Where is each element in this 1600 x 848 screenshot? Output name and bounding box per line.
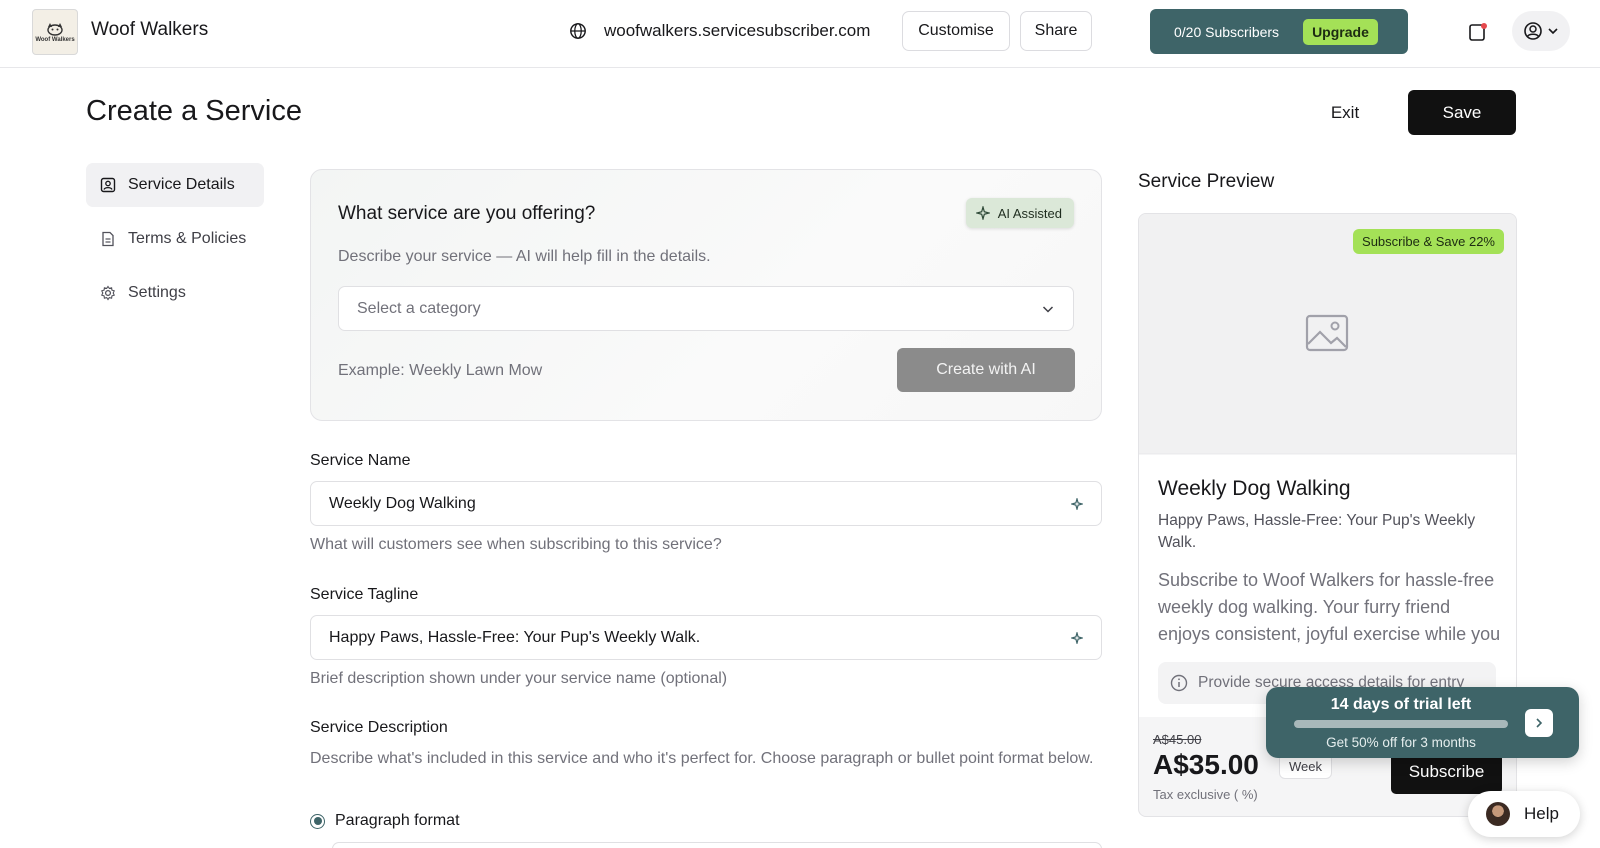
service-name-hint: What will customers see when subscribing… [310, 536, 722, 553]
ai-assist-card: What service are you offering? AI Assist… [310, 169, 1102, 421]
image-icon [1305, 314, 1349, 352]
dog-logo-icon [47, 23, 63, 36]
info-icon [1170, 674, 1188, 692]
paragraph-format-radio[interactable] [310, 813, 325, 829]
trial-open-button[interactable] [1525, 709, 1553, 737]
upgrade-button[interactable]: Upgrade [1303, 18, 1378, 45]
chevron-down-icon [1042, 305, 1054, 313]
save-button[interactable]: Save [1408, 90, 1516, 135]
sidebar-item-service-details[interactable]: Service Details [86, 163, 264, 207]
create-with-ai-button[interactable]: Create with AI [897, 348, 1075, 392]
gear-icon [101, 285, 115, 301]
subscribe-save-badge: Subscribe & Save 22% [1353, 229, 1504, 254]
service-name-value: Weekly Dog Walking [329, 494, 476, 512]
ai-card-description: Describe your service — AI will help fil… [338, 248, 711, 265]
globe-icon [570, 23, 586, 39]
sidebar-item-label: Settings [128, 284, 186, 301]
preview-tagline: Happy Paws, Hassle-Free: Your Pup's Week… [1158, 512, 1476, 551]
ai-badge-label: AI Assisted [997, 205, 1062, 221]
subscriber-count: 0/20 Subscribers [1174, 23, 1280, 40]
sparkle-icon[interactable] [1071, 631, 1083, 644]
description-textarea[interactable] [332, 842, 1102, 848]
help-label: Help [1524, 804, 1559, 823]
customise-button[interactable]: Customise [902, 11, 1010, 51]
service-description-hint: Describe what's included in this service… [310, 750, 1094, 767]
sidebar-item-settings[interactable]: Settings [86, 271, 264, 315]
category-select[interactable]: Select a category [338, 286, 1074, 331]
notification-icon[interactable] [1468, 22, 1488, 42]
support-avatar [1486, 802, 1510, 826]
brand-name: Woof Walkers [91, 19, 209, 40]
top-bar: Woof Walkers Woof Walkers woofwalkers.se… [0, 0, 1600, 68]
site-domain-link[interactable]: woofwalkers.servicesubscriber.com [604, 21, 870, 41]
preview-body: Weekly Dog Walking Happy Paws, Hassle-Fr… [1139, 455, 1516, 717]
exit-button[interactable]: Exit [1310, 91, 1380, 135]
sidebar-item-terms-policies[interactable]: Terms & Policies [86, 217, 264, 261]
ai-card-title: What service are you offering? [338, 203, 596, 224]
category-select-placeholder: Select a category [357, 299, 481, 317]
preview-description: Subscribe to Woof Walkers for hassle-fre… [1158, 570, 1501, 644]
brand-logo[interactable]: Woof Walkers [32, 9, 78, 55]
service-tagline-value: Happy Paws, Hassle-Free: Your Pup's Week… [329, 628, 701, 646]
chevron-down-icon [1548, 28, 1558, 35]
service-tagline-input[interactable]: Happy Paws, Hassle-Free: Your Pup's Week… [310, 615, 1102, 660]
account-menu[interactable] [1512, 11, 1570, 51]
share-button[interactable]: Share [1020, 11, 1092, 51]
preview-original-price: A$45.00 [1153, 732, 1202, 747]
document-icon [102, 231, 114, 247]
help-button[interactable]: Help [1468, 791, 1580, 837]
preview-tax-note: Tax exclusive ( %) [1153, 787, 1258, 802]
user-icon [1524, 22, 1542, 40]
page-title: Create a Service [86, 95, 302, 127]
logo-text: Woof Walkers [35, 37, 75, 43]
contact-card-icon [100, 177, 116, 193]
subscriber-plan-panel: 0/20 Subscribers Upgrade [1150, 9, 1408, 54]
trial-offer-text: Get 50% off for 3 months [1326, 735, 1476, 750]
preview-image-placeholder: Subscribe & Save 22% [1139, 214, 1516, 454]
service-tagline-hint: Brief description shown under your servi… [310, 670, 728, 687]
ai-example-text: Example: Weekly Lawn Mow [338, 362, 543, 379]
trial-days-left: 14 days of trial left [1330, 696, 1472, 713]
paragraph-format-option[interactable]: Paragraph format [310, 812, 460, 830]
sidebar-item-label: Service Details [128, 176, 235, 193]
ai-assisted-badge: AI Assisted [965, 198, 1074, 228]
trial-progress-bar [1294, 720, 1508, 728]
paragraph-format-label: Paragraph format [335, 812, 460, 829]
sparkle-icon[interactable] [1071, 497, 1083, 510]
trial-progress-fill [1294, 720, 1508, 728]
service-tagline-label: Service Tagline [310, 586, 419, 603]
service-name-input[interactable]: Weekly Dog Walking [310, 481, 1102, 526]
sidebar-item-label: Terms & Policies [128, 230, 247, 247]
service-description-label: Service Description [310, 719, 448, 736]
service-preview-title: Service Preview [1138, 171, 1275, 192]
chevron-right-icon [1536, 718, 1543, 728]
preview-service-name: Weekly Dog Walking [1158, 477, 1351, 500]
service-name-label: Service Name [310, 452, 411, 469]
preview-price: A$35.00 [1153, 749, 1259, 780]
trial-status-popup[interactable]: 14 days of trial left Get 50% off for 3 … [1266, 687, 1579, 758]
sparkle-icon [975, 206, 990, 220]
